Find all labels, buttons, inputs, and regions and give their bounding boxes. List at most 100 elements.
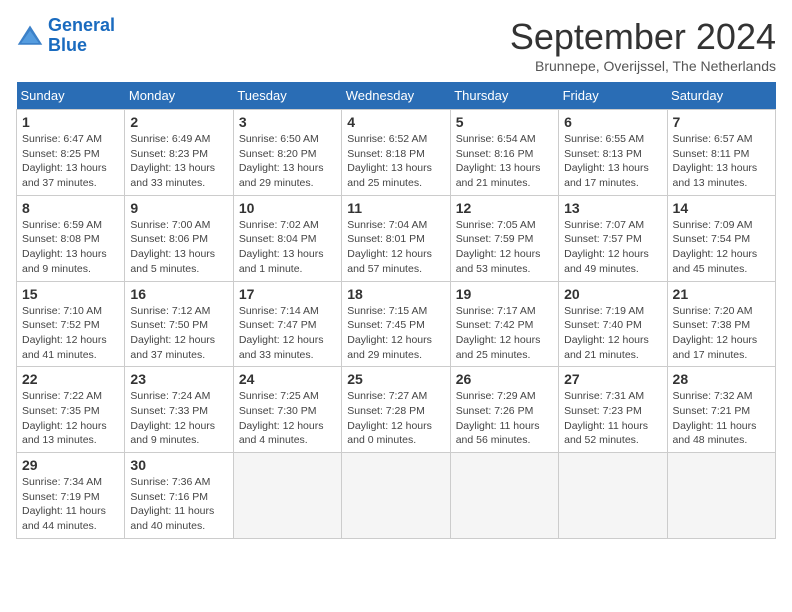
calendar-cell: 27 Sunrise: 7:31 AMSunset: 7:23 PMDayligh… [559,367,667,453]
calendar-cell: 4 Sunrise: 6:52 AMSunset: 8:18 PMDaylight… [342,110,450,196]
day-number: 19 [456,286,553,302]
calendar-cell: 10 Sunrise: 7:02 AMSunset: 8:04 PMDayligh… [233,195,341,281]
day-info: Sunrise: 6:57 AMSunset: 8:11 PMDaylight:… [673,132,770,191]
calendar-cell: 23 Sunrise: 7:24 AMSunset: 7:33 PMDayligh… [125,367,233,453]
title-area: September 2024 Brunnepe, Overijssel, The… [510,16,776,74]
calendar-cell: 20Sunrise: 7:19 AMSunset: 7:40 PMDayligh… [559,281,667,367]
day-header-tuesday: Tuesday [233,82,341,110]
calendar-cell: 30 Sunrise: 7:36 AMSunset: 7:16 PMDayligh… [125,453,233,539]
logo-line1: General [48,16,115,36]
day-info: Sunrise: 7:09 AMSunset: 7:54 PMDaylight:… [673,218,770,277]
calendar-table: SundayMondayTuesdayWednesdayThursdayFrid… [16,82,776,539]
day-info: Sunrise: 7:31 AMSunset: 7:23 PMDaylight:… [564,389,661,448]
day-number: 20 [564,286,661,302]
day-info: Sunrise: 6:59 AMSunset: 8:08 PMDaylight:… [22,218,119,277]
day-number: 13 [564,200,661,216]
calendar-cell: 11 Sunrise: 7:04 AMSunset: 8:01 PMDayligh… [342,195,450,281]
calendar-cell: 7 Sunrise: 6:57 AMSunset: 8:11 PMDaylight… [667,110,775,196]
day-number: 1 [22,114,119,130]
day-info: Sunrise: 7:07 AMSunset: 7:57 PMDaylight:… [564,218,661,277]
day-info: Sunrise: 7:00 AMSunset: 8:06 PMDaylight:… [130,218,227,277]
week-row-3: 15 Sunrise: 7:10 AMSunset: 7:52 PMDayligh… [17,281,776,367]
day-info: Sunrise: 6:47 AMSunset: 8:25 PMDaylight:… [22,132,119,191]
calendar-cell: 12 Sunrise: 7:05 AMSunset: 7:59 PMDayligh… [450,195,558,281]
week-row-5: 29 Sunrise: 7:34 AMSunset: 7:19 PMDayligh… [17,453,776,539]
day-info: Sunrise: 7:24 AMSunset: 7:33 PMDaylight:… [130,389,227,448]
day-number: 5 [456,114,553,130]
day-info: Sunrise: 7:12 AMSunset: 7:50 PMDaylight:… [130,304,227,363]
calendar-cell: 13 Sunrise: 7:07 AMSunset: 7:57 PMDayligh… [559,195,667,281]
day-number: 22 [22,371,119,387]
day-number: 18 [347,286,444,302]
logo-icon [16,22,44,50]
calendar-cell [342,453,450,539]
day-info: Sunrise: 7:17 AMSunset: 7:42 PMDaylight:… [456,304,553,363]
logo-line2: Blue [48,36,115,56]
day-info: Sunrise: 7:05 AMSunset: 7:59 PMDaylight:… [456,218,553,277]
day-info: Sunrise: 7:32 AMSunset: 7:21 PMDaylight:… [673,389,770,448]
day-info: Sunrise: 7:36 AMSunset: 7:16 PMDaylight:… [130,475,227,534]
day-number: 14 [673,200,770,216]
week-row-2: 8 Sunrise: 6:59 AMSunset: 8:08 PMDaylight… [17,195,776,281]
calendar-cell [559,453,667,539]
day-info: Sunrise: 7:15 AMSunset: 7:45 PMDaylight:… [347,304,444,363]
calendar-cell: 2 Sunrise: 6:49 AMSunset: 8:23 PMDaylight… [125,110,233,196]
day-header-wednesday: Wednesday [342,82,450,110]
day-number: 4 [347,114,444,130]
day-info: Sunrise: 7:02 AMSunset: 8:04 PMDaylight:… [239,218,336,277]
week-row-1: 1 Sunrise: 6:47 AMSunset: 8:25 PMDaylight… [17,110,776,196]
day-info: Sunrise: 7:29 AMSunset: 7:26 PMDaylight:… [456,389,553,448]
calendar-cell: 16 Sunrise: 7:12 AMSunset: 7:50 PMDayligh… [125,281,233,367]
calendar-cell [667,453,775,539]
calendar-cell: 6Sunrise: 6:55 AMSunset: 8:13 PMDaylight… [559,110,667,196]
day-number: 7 [673,114,770,130]
day-info: Sunrise: 7:10 AMSunset: 7:52 PMDaylight:… [22,304,119,363]
calendar-cell: 15 Sunrise: 7:10 AMSunset: 7:52 PMDayligh… [17,281,125,367]
day-header-monday: Monday [125,82,233,110]
day-info: Sunrise: 6:50 AMSunset: 8:20 PMDaylight:… [239,132,336,191]
day-number: 29 [22,457,119,473]
day-info: Sunrise: 7:22 AMSunset: 7:35 PMDaylight:… [22,389,119,448]
day-info: Sunrise: 7:20 AMSunset: 7:38 PMDaylight:… [673,304,770,363]
day-number: 23 [130,371,227,387]
day-number: 17 [239,286,336,302]
day-number: 8 [22,200,119,216]
day-info: Sunrise: 7:04 AMSunset: 8:01 PMDaylight:… [347,218,444,277]
day-number: 28 [673,371,770,387]
day-number: 3 [239,114,336,130]
day-number: 2 [130,114,227,130]
day-info: Sunrise: 6:52 AMSunset: 8:18 PMDaylight:… [347,132,444,191]
calendar-cell: 22 Sunrise: 7:22 AMSunset: 7:35 PMDayligh… [17,367,125,453]
calendar-cell: 26Sunrise: 7:29 AMSunset: 7:26 PMDayligh… [450,367,558,453]
day-number: 10 [239,200,336,216]
day-number: 9 [130,200,227,216]
calendar-cell: 1 Sunrise: 6:47 AMSunset: 8:25 PMDaylight… [17,110,125,196]
calendar-cell: 21Sunrise: 7:20 AMSunset: 7:38 PMDayligh… [667,281,775,367]
month-title: September 2024 [510,16,776,58]
day-info: Sunrise: 7:34 AMSunset: 7:19 PMDaylight:… [22,475,119,534]
day-info: Sunrise: 6:49 AMSunset: 8:23 PMDaylight:… [130,132,227,191]
calendar-cell: 24 Sunrise: 7:25 AMSunset: 7:30 PMDayligh… [233,367,341,453]
calendar-cell: 14 Sunrise: 7:09 AMSunset: 7:54 PMDayligh… [667,195,775,281]
day-number: 24 [239,371,336,387]
calendar-cell: 3 Sunrise: 6:50 AMSunset: 8:20 PMDaylight… [233,110,341,196]
day-number: 11 [347,200,444,216]
logo: General Blue [16,16,115,56]
day-number: 27 [564,371,661,387]
calendar-cell: 25Sunrise: 7:27 AMSunset: 7:28 PMDayligh… [342,367,450,453]
day-number: 15 [22,286,119,302]
day-info: Sunrise: 6:54 AMSunset: 8:16 PMDaylight:… [456,132,553,191]
calendar-cell [233,453,341,539]
day-header-friday: Friday [559,82,667,110]
day-number: 12 [456,200,553,216]
calendar-cell: 9 Sunrise: 7:00 AMSunset: 8:06 PMDaylight… [125,195,233,281]
day-number: 16 [130,286,227,302]
calendar-cell: 5 Sunrise: 6:54 AMSunset: 8:16 PMDaylight… [450,110,558,196]
day-number: 30 [130,457,227,473]
day-number: 25 [347,371,444,387]
day-info: Sunrise: 7:25 AMSunset: 7:30 PMDaylight:… [239,389,336,448]
day-number: 6 [564,114,661,130]
week-row-4: 22 Sunrise: 7:22 AMSunset: 7:35 PMDayligh… [17,367,776,453]
calendar-cell [450,453,558,539]
calendar-cell: 19 Sunrise: 7:17 AMSunset: 7:42 PMDayligh… [450,281,558,367]
